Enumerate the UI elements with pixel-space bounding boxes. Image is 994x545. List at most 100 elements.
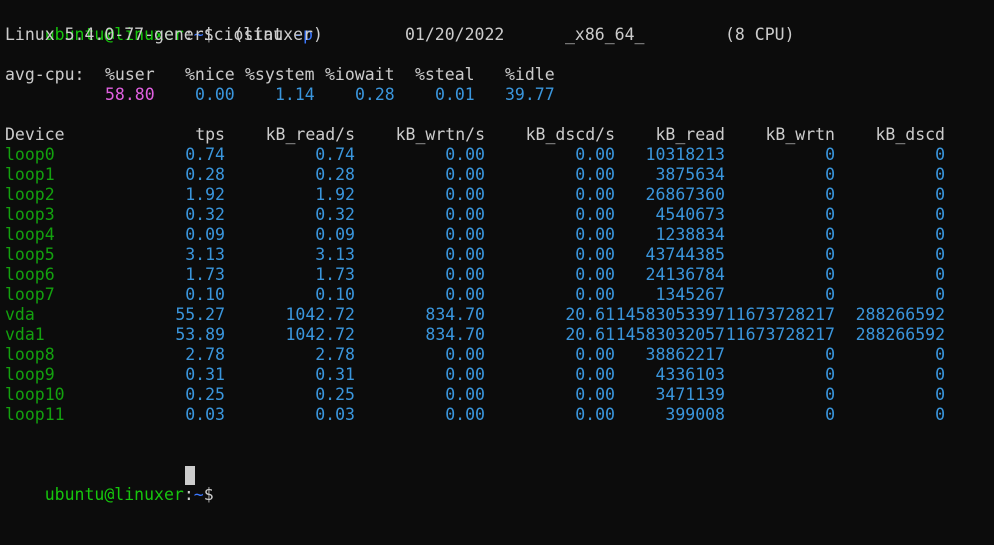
terminal-window[interactable]: ubuntu@linuxer:~$ iostat -p Linux 5.4.0-… — [0, 0, 994, 504]
cell-kb-read-per-s: 0.10 — [315, 285, 355, 304]
cell-kb-wrtn: 11673728217 — [725, 305, 835, 324]
cell-device-name: loop4 — [5, 225, 55, 244]
cpu-header-iowait: %iowait — [325, 65, 395, 84]
cell-kb-read-per-s: 0.31 — [315, 365, 355, 384]
command-line: ubuntu@linuxer:~$ iostat -p — [5, 5, 313, 44]
cell-kb-dscd: 0 — [935, 205, 945, 224]
cell-tps: 3.13 — [185, 245, 225, 264]
cell-kb-read-per-s: 0.09 — [315, 225, 355, 244]
cell-kb-wrtn-per-s: 0.00 — [445, 165, 485, 184]
cpu-header-row: avg-cpu: %user %nice %system %iowait %st… — [5, 65, 985, 85]
cell-kb-dscd: 288266592 — [855, 305, 945, 324]
cell-kb-wrtn: 0 — [825, 205, 835, 224]
cell-tps: 0.03 — [185, 405, 225, 424]
cell-kb-read: 43744385 — [645, 245, 725, 264]
table-row: loop5 3.13 3.13 0.00 0.00 43744385 0 0 — [5, 245, 985, 265]
cpu-header-user: %user — [105, 65, 155, 84]
cell-kb-wrtn-per-s: 0.00 — [445, 205, 485, 224]
cell-kb-read-per-s: 2.78 — [315, 345, 355, 364]
cell-kb-read: 26867360 — [645, 185, 725, 204]
cell-device-name: loop2 — [5, 185, 55, 204]
prompt-path: ~ — [193, 485, 204, 504]
cell-kb-dscd: 0 — [935, 365, 945, 384]
table-row: loop0 0.74 0.74 0.00 0.00 10318213 0 0 — [5, 145, 985, 165]
cell-tps: 0.31 — [185, 365, 225, 384]
cell-kb-wrtn-per-s: 0.00 — [445, 185, 485, 204]
cell-kb-read: 3471139 — [655, 385, 725, 404]
system-info-line: Linux 5.4.0-77-generic (linuxer) 01/20/2… — [5, 25, 985, 45]
cell-kb-dscd-per-s: 0.00 — [575, 385, 615, 404]
table-row: vda1 53.89 1042.72 834.70 20.61 14583032057 11… — [5, 325, 985, 345]
cell-kb-wrtn: 0 — [825, 405, 835, 424]
cell-kb-wrtn: 0 — [825, 225, 835, 244]
cell-kb-dscd-per-s: 20.61 — [565, 325, 615, 344]
cell-tps: 0.10 — [185, 285, 225, 304]
cell-kb-read: 10318213 — [645, 145, 725, 164]
cell-kb-wrtn: 0 — [825, 345, 835, 364]
prompt-line[interactable]: ubuntu@linuxer:~$ — [5, 465, 305, 504]
cpu-value-row: 58.80 0.00 1.14 0.28 0.01 39.77 — [5, 85, 985, 105]
cell-kb-read: 1345267 — [655, 285, 725, 304]
cell-device-name: loop7 — [5, 285, 55, 304]
cell-kb-wrtn: 11673728217 — [725, 325, 835, 344]
cell-kb-wrtn: 0 — [825, 365, 835, 384]
cell-kb-dscd: 0 — [935, 145, 945, 164]
header-kb-wrtn: kB_wrtn — [765, 125, 835, 144]
table-row: loop4 0.09 0.09 0.00 0.00 1238834 0 0 — [5, 225, 985, 245]
cell-kb-wrtn-per-s: 0.00 — [445, 245, 485, 264]
table-row: loop1 0.28 0.28 0.00 0.00 3875634 0 0 — [5, 165, 985, 185]
cell-tps: 1.92 — [185, 185, 225, 204]
device-table-header: Device tps kB_read/s kB_wrtn/s kB_dscd/s… — [5, 125, 985, 145]
cell-tps: 53.89 — [175, 325, 225, 344]
cell-kb-wrtn: 0 — [825, 285, 835, 304]
cpu-value-user: 58.80 — [105, 85, 155, 104]
cell-kb-wrtn: 0 — [825, 165, 835, 184]
cell-tps: 0.28 — [185, 165, 225, 184]
cell-kb-read: 14583032057 — [615, 325, 725, 344]
cell-device-name: loop3 — [5, 205, 55, 224]
cell-kb-dscd-per-s: 0.00 — [575, 165, 615, 184]
cell-kb-dscd: 0 — [935, 245, 945, 264]
cell-kb-wrtn-per-s: 0.00 — [445, 225, 485, 244]
table-row: loop2 1.92 1.92 0.00 0.00 26867360 0 0 — [5, 185, 985, 205]
cell-kb-read-per-s: 1.73 — [315, 265, 355, 284]
cell-kb-read-per-s: 1042.72 — [285, 325, 355, 344]
cell-kb-read-per-s: 0.25 — [315, 385, 355, 404]
cell-kb-wrtn-per-s: 0.00 — [445, 265, 485, 284]
cell-kb-read: 3875634 — [655, 165, 725, 184]
cell-kb-read: 24136784 — [645, 265, 725, 284]
cell-kb-wrtn-per-s: 0.00 — [445, 365, 485, 384]
cell-kb-dscd: 0 — [935, 345, 945, 364]
table-row: loop10 0.25 0.25 0.00 0.00 3471139 0 0 — [5, 385, 985, 405]
cpu-count: (8 CPU) — [725, 25, 795, 44]
cell-kb-dscd-per-s: 0.00 — [575, 245, 615, 264]
cell-kb-wrtn-per-s: 0.00 — [445, 345, 485, 364]
cpu-label: avg-cpu: — [5, 65, 85, 84]
header-kb-wrtn-per-s: kB_wrtn/s — [395, 125, 485, 144]
cell-tps: 0.09 — [185, 225, 225, 244]
cell-kb-dscd: 0 — [935, 165, 945, 184]
report-date: 01/20/2022 — [405, 25, 505, 44]
cell-kb-dscd-per-s: 0.00 — [575, 405, 615, 424]
cell-device-name: vda — [5, 305, 35, 324]
cell-kb-wrtn: 0 — [825, 245, 835, 264]
cell-device-name: loop1 — [5, 165, 55, 184]
cell-device-name: loop6 — [5, 265, 55, 284]
header-kb-read: kB_read — [655, 125, 725, 144]
cell-kb-wrtn-per-s: 834.70 — [425, 305, 485, 324]
cpu-value-steal: 0.01 — [435, 85, 475, 104]
cell-kb-dscd-per-s: 0.00 — [575, 185, 615, 204]
header-kb-dscd-per-s: kB_dscd/s — [525, 125, 615, 144]
cell-kb-dscd-per-s: 20.61 — [565, 305, 615, 324]
table-row: loop8 2.78 2.78 0.00 0.00 38862217 0 0 — [5, 345, 985, 365]
cell-kb-dscd: 0 — [935, 285, 945, 304]
prompt-user-host: ubuntu@linuxer — [44, 485, 184, 504]
header-device: Device — [5, 125, 65, 144]
cell-device-name: loop11 — [5, 405, 65, 424]
cpu-header-nice: %nice — [185, 65, 235, 84]
cell-kb-dscd: 0 — [935, 405, 945, 424]
cell-kb-read: 38862217 — [645, 345, 725, 364]
cell-kb-dscd-per-s: 0.00 — [575, 205, 615, 224]
cell-kb-wrtn-per-s: 0.00 — [445, 385, 485, 404]
header-kb-dscd: kB_dscd — [875, 125, 945, 144]
